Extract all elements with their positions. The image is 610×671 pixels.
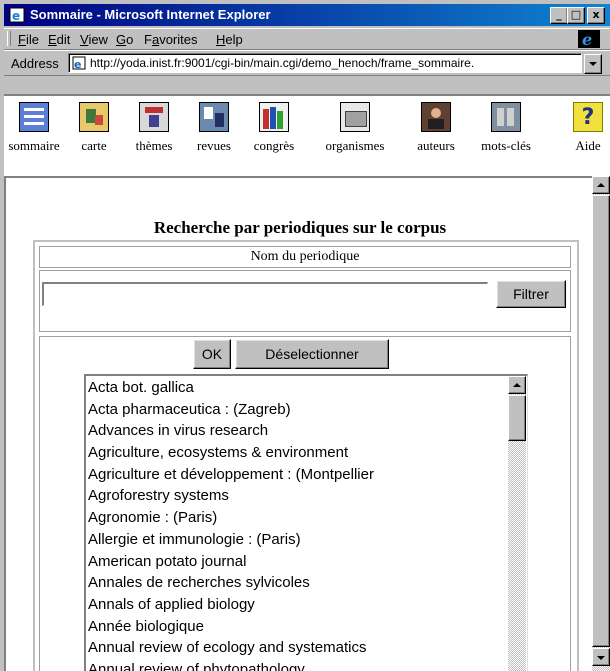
nav-carte[interactable]: carte bbox=[70, 102, 118, 154]
page-scroll-up-button[interactable] bbox=[592, 176, 610, 194]
ok-button[interactable]: OK bbox=[193, 339, 231, 369]
menu-file[interactable]: File bbox=[18, 32, 39, 47]
menu-bar: File Edit View Go Favorites Help e bbox=[4, 28, 610, 50]
list-item[interactable]: Acta bot. gallica bbox=[87, 377, 502, 399]
nav-organismes[interactable]: organismes bbox=[310, 102, 400, 154]
minimize-button[interactable]: _ bbox=[550, 7, 568, 24]
list-item[interactable]: Année biologique bbox=[87, 616, 502, 638]
deselect-button[interactable]: Déselectionner bbox=[235, 339, 389, 369]
maximize-button[interactable]: □ bbox=[567, 7, 585, 24]
list-icon bbox=[19, 102, 49, 132]
list-item[interactable]: American potato journal bbox=[87, 551, 502, 573]
ie-logo-icon: e bbox=[578, 30, 600, 48]
author-icon bbox=[421, 102, 451, 132]
address-label: Address bbox=[11, 56, 59, 71]
menu-view[interactable]: View bbox=[80, 32, 108, 47]
navigation-frame: sommaire carte thèmes revues congrès org… bbox=[4, 94, 610, 178]
list-item[interactable]: Agriculture, ecosystems & environment bbox=[87, 442, 502, 464]
map-icon bbox=[79, 102, 109, 132]
folder-icon bbox=[340, 102, 370, 132]
listbox-scroll-up-button[interactable] bbox=[508, 376, 526, 394]
address-url: http://yoda.inist.fr:9001/cgi-bin/main.c… bbox=[90, 56, 475, 70]
menu-edit[interactable]: Edit bbox=[48, 32, 70, 47]
browser-window: e Sommaire - Microsoft Internet Explorer… bbox=[0, 0, 610, 671]
list-item[interactable]: Annual review of ecology and systematics bbox=[87, 637, 502, 659]
nav-congres[interactable]: congrès bbox=[246, 102, 302, 154]
address-field[interactable]: e http://yoda.inist.fr:9001/cgi-bin/main… bbox=[68, 53, 582, 73]
page-title: Recherche par periodiques sur le corpus bbox=[153, 218, 447, 237]
chevron-down-icon bbox=[589, 62, 597, 66]
books-icon bbox=[259, 102, 289, 132]
nav-mots-cles[interactable]: mots-clés bbox=[470, 102, 542, 154]
page-scrollbar[interactable] bbox=[592, 176, 610, 671]
filter-input[interactable] bbox=[42, 282, 488, 306]
menu-grip bbox=[7, 31, 11, 46]
journal-listbox[interactable]: Acta bot. gallica Acta pharmaceutica : (… bbox=[84, 374, 528, 671]
page-scroll-down-button[interactable] bbox=[592, 648, 610, 666]
title-bar[interactable]: e Sommaire - Microsoft Internet Explorer… bbox=[4, 4, 610, 26]
chevron-up-icon bbox=[513, 383, 521, 387]
window-title: Sommaire - Microsoft Internet Explorer bbox=[30, 7, 271, 22]
page-scroll-thumb[interactable] bbox=[592, 195, 610, 647]
chevron-down-icon bbox=[597, 656, 605, 660]
listbox-scroll-thumb[interactable] bbox=[508, 395, 526, 441]
chevron-up-icon bbox=[597, 183, 605, 187]
svg-text:e: e bbox=[12, 9, 20, 23]
address-dropdown-button[interactable] bbox=[584, 54, 602, 74]
svg-text:e: e bbox=[74, 58, 81, 70]
menu-go[interactable]: Go bbox=[116, 32, 133, 47]
help-icon: ? bbox=[573, 102, 603, 132]
search-panel: Nom du periodique Filtrer OK Déselection… bbox=[33, 240, 579, 671]
address-bar: Address e http://yoda.inist.fr:9001/cgi-… bbox=[4, 50, 610, 76]
list-item[interactable]: Allergie et immunologie : (Paris) bbox=[87, 529, 502, 551]
list-cell: OK Déselectionner Acta bot. gallica Acta… bbox=[39, 336, 571, 671]
list-item[interactable]: Annales de recherches sylvicoles bbox=[87, 572, 502, 594]
menu-help[interactable]: Help bbox=[216, 32, 243, 47]
nav-themes[interactable]: thèmes bbox=[124, 102, 184, 154]
nav-revues[interactable]: revues bbox=[189, 102, 239, 154]
page-icon: e bbox=[72, 56, 86, 70]
ie-page-icon: e bbox=[9, 7, 25, 23]
list-item[interactable]: Agroforestry systems bbox=[87, 485, 502, 507]
list-item[interactable]: Acta pharmaceutica : (Zagreb) bbox=[87, 399, 502, 421]
keywords-icon bbox=[491, 102, 521, 132]
filter-button[interactable]: Filtrer bbox=[496, 280, 566, 308]
svg-text:e: e bbox=[582, 30, 592, 48]
list-item[interactable]: Advances in virus research bbox=[87, 420, 502, 442]
list-item[interactable]: Agriculture et développement : (Montpell… bbox=[87, 464, 502, 486]
journal-list: Acta bot. gallica Acta pharmaceutica : (… bbox=[87, 377, 502, 671]
nav-auteurs[interactable]: auteurs bbox=[406, 102, 466, 154]
list-item[interactable]: Annals of applied biology bbox=[87, 594, 502, 616]
menu-favorites[interactable]: Favorites bbox=[144, 32, 197, 47]
list-item[interactable]: Annual review of phytopathology bbox=[87, 659, 502, 671]
close-button[interactable]: x bbox=[587, 7, 605, 24]
journals-icon bbox=[199, 102, 229, 132]
filter-cell: Filtrer bbox=[39, 270, 571, 332]
nav-aide[interactable]: ? Aide bbox=[568, 102, 608, 154]
content-frame: Recherche par periodiques sur le corpus … bbox=[4, 176, 594, 671]
list-item[interactable]: Agronomie : (Paris) bbox=[87, 507, 502, 529]
nav-sommaire[interactable]: sommaire bbox=[6, 102, 62, 154]
column-header: Nom du periodique bbox=[39, 246, 571, 268]
listbox-scrollbar[interactable] bbox=[508, 376, 526, 671]
themes-icon bbox=[139, 102, 169, 132]
